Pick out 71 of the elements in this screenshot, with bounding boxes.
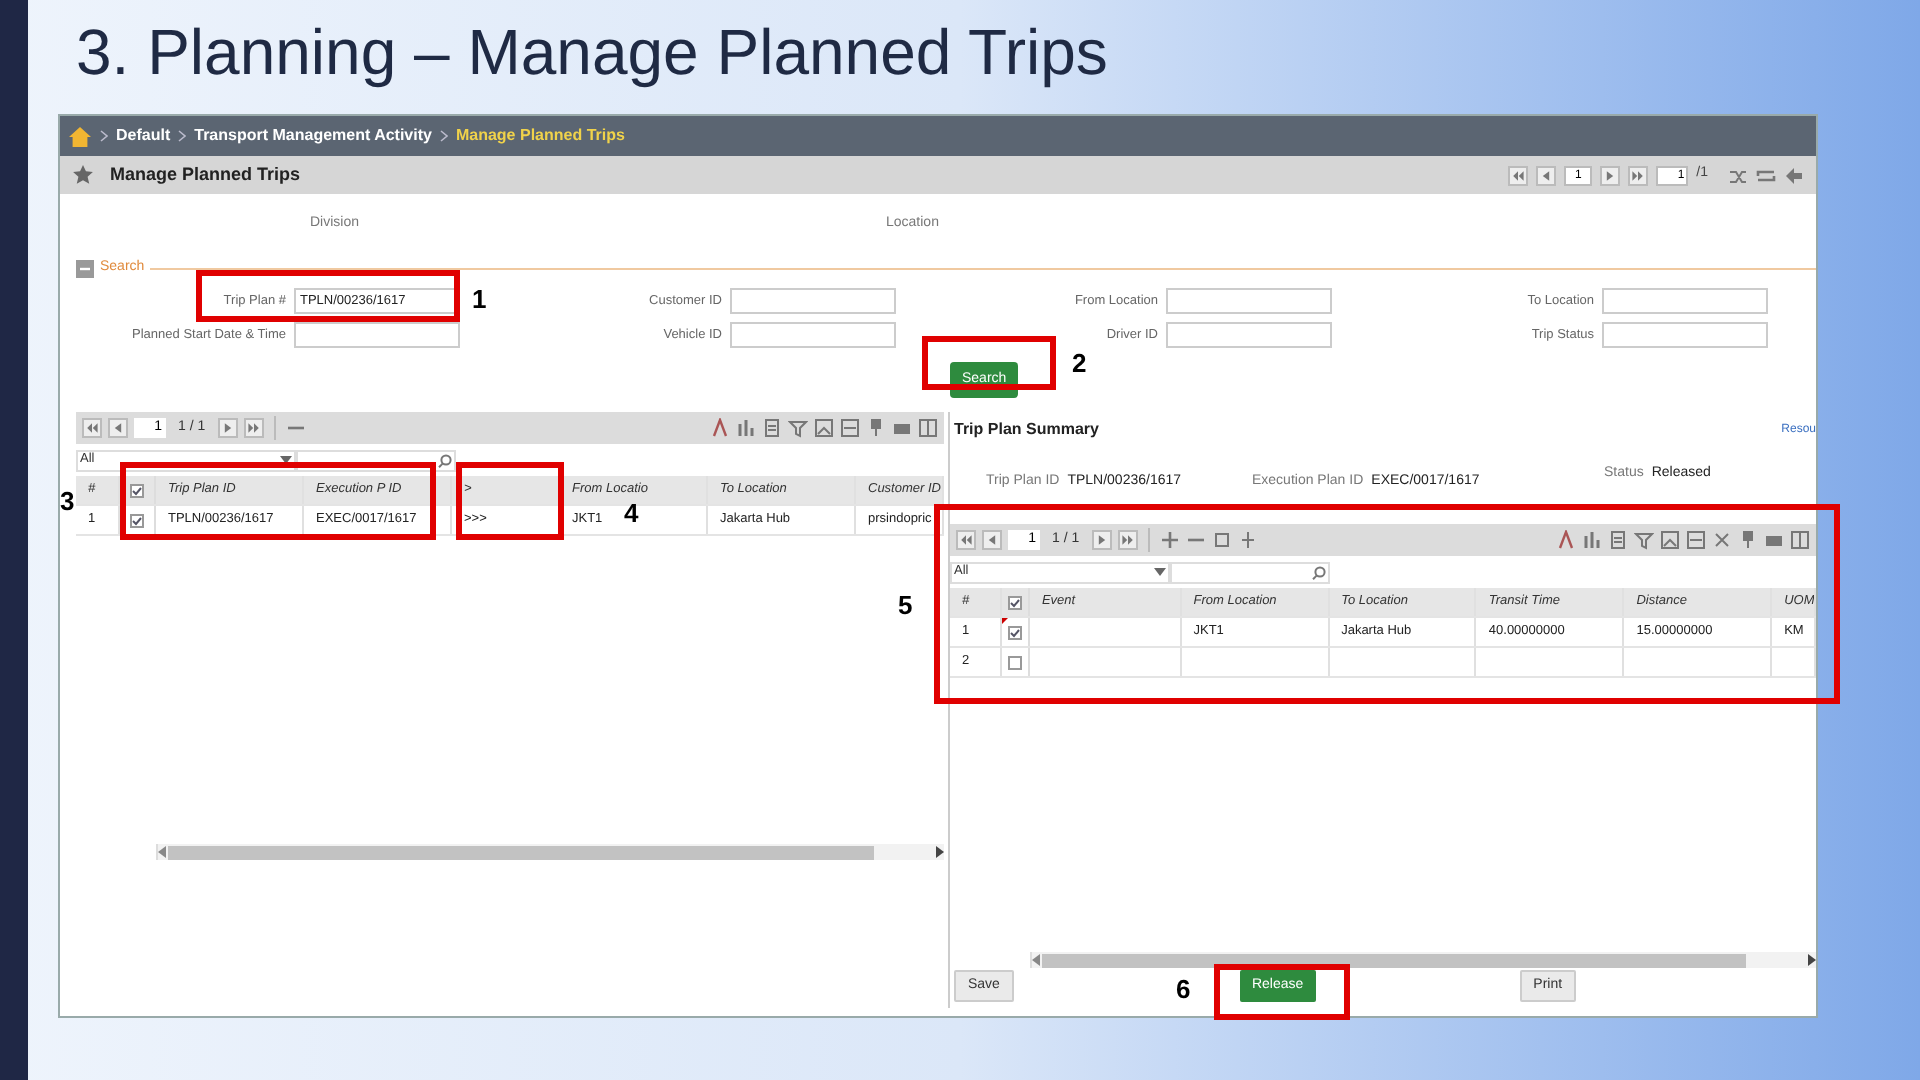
text-field[interactable] (1166, 288, 1332, 314)
text-field[interactable] (294, 322, 460, 348)
star-icon[interactable] (72, 164, 94, 186)
back-arrow-icon[interactable] (1784, 165, 1804, 185)
chevron-right-icon (100, 130, 108, 142)
checkbox[interactable] (130, 513, 144, 527)
pin-icon[interactable] (1738, 530, 1758, 550)
annotation-box (1214, 964, 1350, 1020)
scroll-right-icon[interactable] (934, 846, 944, 858)
next-page-icon[interactable] (217, 418, 238, 438)
annotation-box (456, 462, 564, 540)
next-page-icon[interactable] (1091, 530, 1112, 550)
checkbox[interactable] (1007, 595, 1022, 609)
annotation-number: 4 (624, 500, 639, 528)
annotation-number: 2 (1072, 350, 1087, 378)
next-page-icon[interactable] (1600, 165, 1621, 185)
list-icon[interactable] (840, 418, 860, 438)
first-page-icon[interactable] (956, 530, 976, 550)
list-icon[interactable] (1686, 530, 1706, 550)
checkbox[interactable] (1007, 625, 1022, 639)
slide-title: 3. Planning – Manage Planned Trips (76, 14, 1110, 92)
chevron-right-icon (178, 130, 187, 142)
columns-icon[interactable] (918, 418, 938, 438)
last-page-icon[interactable] (1628, 165, 1649, 185)
annotation-number: 5 (898, 592, 913, 620)
panel-title: Trip Plan Summary (954, 418, 1099, 442)
text-field[interactable] (730, 322, 896, 348)
table-icon[interactable] (1764, 530, 1784, 550)
search-icon[interactable] (438, 453, 452, 467)
scroll-right-icon[interactable] (1806, 954, 1816, 966)
grid-search-field[interactable] (1170, 561, 1330, 583)
shuffle-icon[interactable] (1728, 165, 1748, 185)
add-icon[interactable] (1159, 530, 1180, 550)
annotation-number: 6 (1176, 976, 1191, 1004)
image-icon[interactable] (814, 418, 834, 438)
checkbox[interactable] (130, 483, 144, 497)
repeat-icon[interactable] (1756, 165, 1776, 185)
checkbox[interactable] (1007, 655, 1022, 669)
text-field[interactable] (1602, 288, 1768, 314)
text-field[interactable] (1166, 322, 1332, 348)
table-icon[interactable] (892, 418, 912, 438)
search-icon[interactable] (1312, 565, 1326, 579)
previous-page-icon[interactable] (108, 418, 128, 438)
horizontal-scrollbar[interactable] (1030, 952, 1816, 968)
last-page-icon[interactable] (1117, 530, 1138, 550)
previous-page-icon[interactable] (1536, 165, 1557, 185)
columns-icon[interactable] (1790, 530, 1810, 550)
filter-icon[interactable] (1634, 530, 1654, 550)
annotation-number: 3 (60, 488, 75, 516)
annotation-number: 1 (472, 286, 487, 314)
last-page-icon[interactable] (243, 418, 264, 438)
horizontal-scrollbar[interactable] (156, 844, 944, 860)
annotation-box (922, 336, 1056, 390)
clear-filter-icon[interactable] (1712, 530, 1732, 550)
first-page-icon[interactable] (82, 418, 102, 438)
previous-page-icon[interactable] (982, 530, 1002, 550)
caret-icon[interactable] (1154, 568, 1166, 576)
pin-icon[interactable] (866, 418, 886, 438)
home-icon[interactable] (68, 125, 92, 147)
breadcrumb-link[interactable]: Default (116, 124, 171, 148)
bar-chart-icon[interactable] (1582, 530, 1602, 550)
chevron-right-icon (439, 130, 448, 142)
text-field[interactable] (730, 288, 896, 314)
breadcrumb-link[interactable]: Transport Management Activity (194, 124, 432, 148)
image-icon[interactable] (1660, 530, 1680, 550)
caret-icon[interactable] (280, 456, 292, 464)
filter-icon[interactable] (788, 418, 808, 438)
first-page-icon[interactable] (1508, 165, 1529, 185)
page-title: Manage Planned Trips (110, 161, 301, 188)
text-field[interactable] (1602, 322, 1768, 348)
bar-chart-icon[interactable] (736, 418, 756, 438)
